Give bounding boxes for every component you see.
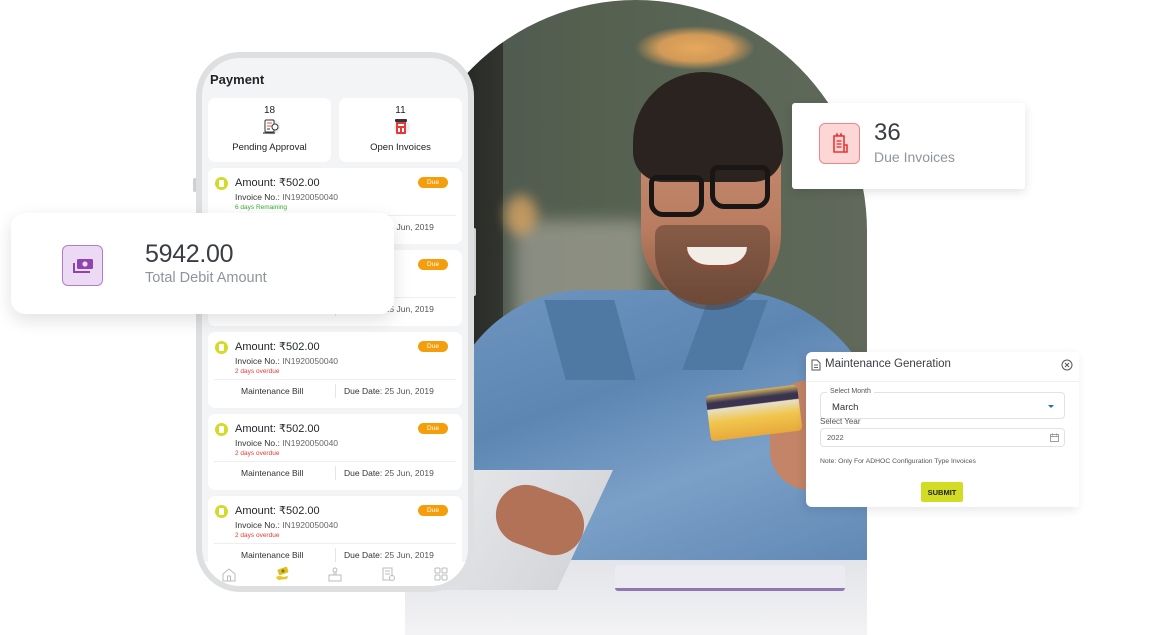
submit-button[interactable]: SUBMIT	[921, 482, 963, 502]
due-date-value: 25 Jun, 2019	[384, 386, 434, 396]
invoice-number: Invoice No.: IN1920050040	[235, 520, 338, 530]
due-date-value: 25 Jun, 2019	[384, 468, 434, 478]
total-debit-label: Total Debit Amount	[145, 270, 267, 286]
due-date-label: Due Date:	[344, 550, 383, 560]
invoice-number-label: Invoice No.:	[235, 356, 280, 366]
receipt-icon-box	[819, 123, 860, 164]
invoice-card[interactable]: Amount: ₹502.00 Invoice No.: IN192005004…	[208, 414, 462, 490]
invoice-coin-icon	[215, 341, 228, 354]
divider	[214, 543, 456, 544]
stat-count: 18	[263, 105, 276, 116]
dialog-note: Note: Only For ADHOC Configuration Type …	[820, 458, 976, 465]
page-title: Payment	[210, 72, 265, 87]
maintenance-generation-dialog: Maintenance Generation Select Month Marc…	[806, 352, 1079, 507]
bill-type: Maintenance Bill	[241, 550, 304, 560]
invoice-coin-icon	[215, 177, 228, 190]
invoice-amount: Amount: ₹502.00	[235, 505, 320, 517]
receipt-icon	[393, 119, 410, 135]
home-icon[interactable]	[221, 566, 237, 582]
select-month-dropdown[interactable]: Select Month March	[820, 388, 1065, 419]
invoice-number-label: Invoice No.:	[235, 192, 280, 202]
invoice-number-value: IN1920050040	[282, 192, 339, 202]
total-debit-value: 5942.00	[145, 240, 234, 268]
cash-icon-box	[62, 245, 103, 286]
select-month-label: Select Month	[827, 388, 874, 395]
invoice-status: 2 days overdue	[235, 368, 280, 375]
invoice-coin-icon	[215, 505, 228, 518]
invoice-number-value: IN1920050040	[282, 520, 339, 530]
invoice-card[interactable]: Amount: ₹502.00 Invoice No.: IN192005004…	[208, 332, 462, 408]
bill-type: Maintenance Bill	[241, 468, 304, 478]
select-year-value: 2022	[827, 433, 844, 442]
photo-notebook	[615, 565, 845, 591]
select-year-label: Select Year	[820, 417, 861, 426]
front-desk-icon[interactable]	[327, 566, 343, 582]
due-badge: Due	[418, 341, 448, 352]
caret-down-icon	[1048, 405, 1054, 408]
cash-icon	[73, 259, 93, 273]
invoice-number-value: IN1920050040	[282, 356, 339, 366]
invoice-status: 2 days overdue	[235, 450, 280, 457]
due-badge: Due	[418, 259, 448, 270]
invoice-amount: Amount: ₹502.00	[235, 423, 320, 435]
due-date: Due Date: 25 Jun, 2019	[344, 550, 434, 560]
money-icon[interactable]	[274, 566, 290, 582]
due-invoices-card: 36 Due Invoices	[792, 103, 1025, 189]
document-icon	[811, 359, 821, 371]
invoice-amount: Amount: ₹502.00	[235, 177, 320, 189]
photo-glasses	[649, 175, 704, 217]
select-year-input[interactable]: 2022	[820, 428, 1065, 447]
phone-mockup: Payment 18 Pending Approval 11 Open Invo…	[196, 52, 474, 592]
invoice-card[interactable]: Amount: ₹502.00 Invoice No.: IN192005004…	[208, 496, 462, 572]
stat-label: Pending Approval	[232, 142, 307, 153]
stat-open-invoices[interactable]: 11 Open Invoices	[339, 98, 462, 162]
clipboard-icon[interactable]	[380, 566, 396, 582]
receipt-icon	[833, 132, 848, 153]
invoice-number-value: IN1920050040	[282, 438, 339, 448]
invoice-number-label: Invoice No.:	[235, 520, 280, 530]
document-pen-icon	[262, 119, 280, 135]
due-date-label: Due Date:	[344, 468, 383, 478]
due-date-label: Due Date:	[344, 386, 383, 396]
bottom-nav	[202, 562, 468, 586]
due-badge: Due	[418, 505, 448, 516]
due-invoices-value: 36	[874, 119, 901, 146]
stat-pending-approval[interactable]: 18 Pending Approval	[208, 98, 331, 162]
dialog-header: Maintenance Generation	[806, 352, 1079, 382]
invoice-coin-icon	[215, 423, 228, 436]
due-date: Due Date: 25 Jun, 2019	[344, 386, 434, 396]
due-badge: Due	[418, 423, 448, 434]
divider	[335, 466, 336, 480]
photo-glasses	[710, 165, 770, 209]
dialog-title: Maintenance Generation	[825, 358, 951, 370]
invoice-status: 2 days overdue	[235, 532, 280, 539]
invoice-status: 6 days Remaining	[235, 204, 288, 211]
invoice-number-label: Invoice No.:	[235, 438, 280, 448]
divider	[214, 379, 456, 380]
hero-photo-man-with-credit-card	[405, 0, 867, 635]
invoice-number: Invoice No.: IN1920050040	[235, 192, 338, 202]
close-icon[interactable]	[1061, 359, 1073, 371]
invoice-amount: Amount: ₹502.00	[235, 341, 320, 353]
stat-label: Open Invoices	[370, 142, 431, 153]
total-debit-card: 5942.00 Total Debit Amount	[11, 213, 394, 314]
calendar-icon[interactable]	[1050, 433, 1059, 442]
invoice-number: Invoice No.: IN1920050040	[235, 356, 338, 366]
invoice-number: Invoice No.: IN1920050040	[235, 438, 338, 448]
stat-count: 11	[395, 105, 406, 116]
select-month-value: March	[832, 402, 859, 413]
due-badge: Due	[418, 177, 448, 188]
grid-icon[interactable]	[433, 566, 449, 582]
divider	[335, 548, 336, 562]
stats-row: 18 Pending Approval 11 Open Invoices	[208, 98, 462, 162]
due-date-value: 25 Jun, 2019	[384, 550, 434, 560]
divider	[335, 384, 336, 398]
due-date: Due Date: 25 Jun, 2019	[344, 468, 434, 478]
divider	[214, 461, 456, 462]
photo-bokeh-light	[505, 195, 537, 235]
due-invoices-label: Due Invoices	[874, 149, 955, 165]
bill-type: Maintenance Bill	[241, 386, 304, 396]
